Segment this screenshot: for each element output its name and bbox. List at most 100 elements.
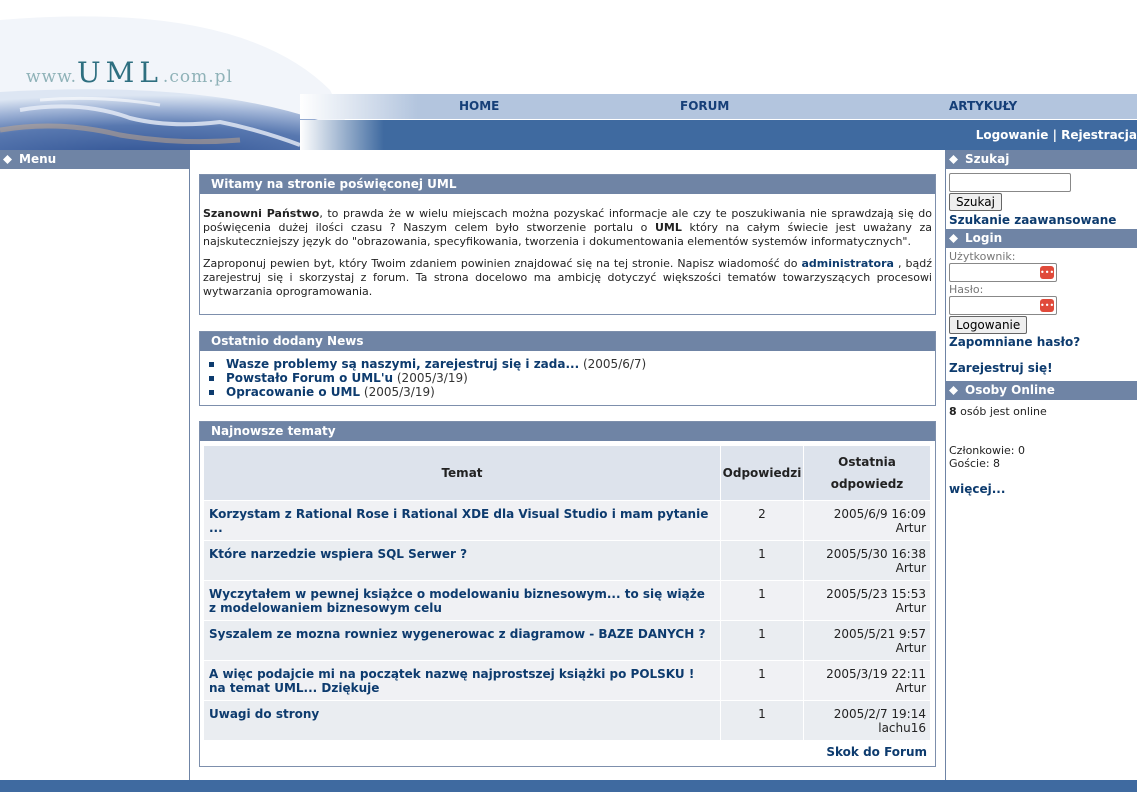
table-header: Temat Odpowiedzi Ostatnia odpowiedz [204, 446, 931, 500]
table-row: Korzystam z Rational Rose i Rational XDE… [204, 500, 931, 540]
topic-cell: Uwagi do strony [204, 700, 721, 740]
news-link[interactable]: Opracowanie o UML [226, 385, 360, 399]
last-user: Artur [895, 641, 926, 655]
replies-cell: 1 [721, 540, 804, 580]
diamond-icon [3, 155, 12, 164]
bullet-icon [209, 376, 214, 381]
last-date: 2005/5/30 16:38 [826, 547, 926, 561]
replies-cell: 1 [721, 700, 804, 740]
col-topic: Temat [204, 446, 721, 500]
forgot-password-link[interactable]: Zapomniane hasło? [949, 335, 1080, 349]
welcome-box: Witamy na stronie poświęconej UML Szanow… [199, 174, 936, 315]
news-item: Opracowanie o UML (2005/3/19) [209, 385, 927, 399]
logo-uml: UML [77, 56, 163, 89]
topic-link[interactable]: A więc podajcie mi na początek nazwę naj… [209, 667, 694, 695]
online-count-text: osób jest online [956, 405, 1047, 418]
last-user: Artur [895, 521, 926, 535]
go-to-forum-link[interactable]: Skok do Forum [826, 745, 927, 759]
search-title: Szukaj [965, 152, 1010, 166]
topics-title: Najnowsze tematy [200, 422, 935, 441]
search-input[interactable] [949, 173, 1071, 192]
welcome-text: Szanowni Państwo, to prawda że w wielu m… [200, 194, 935, 314]
topics-box: Najnowsze tematy Temat Odpowiedzi Ostatn… [199, 421, 936, 767]
last-date: 2005/5/23 15:53 [826, 587, 926, 601]
topic-link[interactable]: Syszalem ze mozna rowniez wygenerowac z … [209, 627, 705, 641]
table-row: Wyczytałem w pewnej książce o modelowani… [204, 580, 931, 620]
login-header: Login [946, 229, 1137, 248]
search-header: Szukaj [946, 150, 1137, 169]
last-user: Artur [895, 601, 926, 615]
online-members: Członkowie: 0 [949, 444, 1026, 457]
login-button[interactable]: Logowanie [949, 316, 1028, 334]
username-label: Użytkownik: [949, 250, 1016, 263]
topic-link[interactable]: Korzystam z Rational Rose i Rational XDE… [209, 507, 708, 535]
diamond-icon [949, 234, 958, 243]
right-sidebar: Szukaj Szukaj Szukanie zaawansowane Logi… [945, 150, 1137, 780]
last-user: lachu16 [878, 721, 926, 735]
last-cell: 2005/5/30 16:38 Artur [804, 540, 931, 580]
replies-cell: 2 [721, 500, 804, 540]
diamond-icon [949, 386, 958, 395]
login-section: Użytkownik: ••• Hasło: ••• Logowanie Zap… [946, 248, 1137, 381]
forum-link-row: Skok do Forum [200, 740, 935, 766]
diamond-icon [949, 155, 958, 164]
last-cell: 2005/6/9 16:09 Artur [804, 500, 931, 540]
topic-link[interactable]: Które narzedzie wspiera SQL Serwer ? [209, 547, 467, 561]
news-list: Wasze problemy są naszymi, zarejestruj s… [200, 351, 935, 405]
last-date: 2005/2/7 19:14 [833, 707, 926, 721]
search-button[interactable]: Szukaj [949, 193, 1002, 211]
nav-articles[interactable]: ARTYKUŁY [949, 99, 1017, 113]
welcome-paragraph-2: Zaproponuj pewien byt, który Twoim zdani… [203, 257, 932, 299]
news-link[interactable]: Powstało Forum o UML'u [226, 371, 393, 385]
login-title: Login [965, 231, 1003, 245]
topic-link[interactable]: Uwagi do strony [209, 707, 319, 721]
site-logo[interactable]: www.UML.com.pl [26, 56, 233, 89]
bullet-icon [209, 362, 214, 367]
account-separator: | [1048, 128, 1062, 142]
col-last: Ostatnia odpowiedz [804, 446, 931, 500]
password-label: Hasło: [949, 283, 984, 296]
last-date: 2005/6/9 16:09 [833, 507, 926, 521]
password-field[interactable]: ••• [949, 296, 1057, 315]
logo-domain: .com.pl [162, 67, 233, 87]
news-item: Wasze problemy są naszymi, zarejestruj s… [209, 357, 927, 371]
admin-link[interactable]: administratora [801, 257, 893, 270]
welcome-greeting: Szanowni Państwo [203, 207, 320, 220]
account-bar: Logowanie | Rejestracja [300, 120, 1137, 150]
replies-cell: 1 [721, 620, 804, 660]
replies-cell: 1 [721, 580, 804, 620]
col-last-line2: odpowiedz [830, 477, 904, 491]
advanced-search-link[interactable]: Szukanie zaawansowane [949, 213, 1116, 227]
online-section: 8 osób jest online Członkowie: 0 Goście:… [946, 400, 1137, 502]
register-link[interactable]: Rejestracja [1061, 128, 1137, 142]
register-now-link[interactable]: Zarejestruj się! [949, 361, 1053, 375]
menu-title: Menu [19, 152, 57, 166]
main-nav: HOME FORUM ARTYKUŁY [300, 94, 1137, 119]
password-manager-icon[interactable]: ••• [1040, 299, 1054, 312]
password-manager-icon[interactable]: ••• [1040, 266, 1054, 279]
nav-home[interactable]: HOME [459, 99, 499, 113]
last-cell: 2005/5/21 9:57 Artur [804, 620, 931, 660]
welcome-paragraph-1: Szanowni Państwo, to prawda że w wielu m… [203, 207, 932, 249]
online-header: Osoby Online [946, 381, 1137, 400]
news-box: Ostatnio dodany News Wasze problemy są n… [199, 331, 936, 406]
col-replies: Odpowiedzi [721, 446, 804, 500]
bullet-icon [209, 390, 214, 395]
logo-www: www. [26, 67, 78, 87]
online-more-link[interactable]: więcej... [949, 482, 1005, 496]
last-date: 2005/3/19 22:11 [826, 667, 926, 681]
last-date: 2005/5/21 9:57 [833, 627, 926, 641]
news-link[interactable]: Wasze problemy są naszymi, zarejestruj s… [226, 357, 579, 371]
username-field[interactable]: ••• [949, 263, 1057, 282]
nav-forum[interactable]: FORUM [680, 99, 729, 113]
topic-cell: Syszalem ze mozna rowniez wygenerowac z … [204, 620, 721, 660]
topic-link[interactable]: Wyczytałem w pewnej książce o modelowani… [209, 587, 705, 615]
news-title: Ostatnio dodany News [200, 332, 935, 351]
last-user: Artur [895, 681, 926, 695]
left-sidebar: Menu [0, 150, 190, 780]
header: www.UML.com.pl HOME FORUM ARTYKUŁY Logow… [0, 0, 1137, 150]
search-section: Szukaj Szukanie zaawansowane [946, 169, 1137, 229]
login-link[interactable]: Logowanie [976, 128, 1049, 142]
last-user: Artur [895, 561, 926, 575]
news-date: (2005/3/19) [396, 371, 468, 385]
